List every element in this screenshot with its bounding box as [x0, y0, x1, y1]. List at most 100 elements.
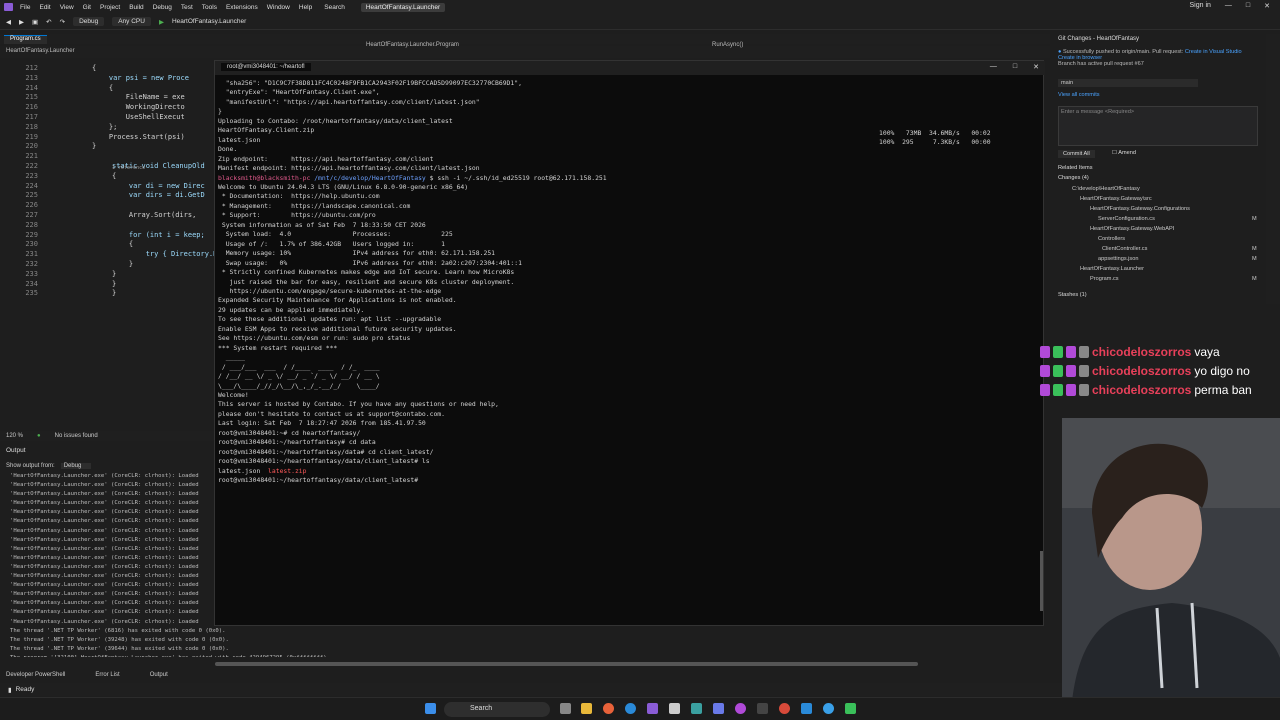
line-number: 222: [25, 162, 38, 170]
app-icon[interactable]: [691, 703, 702, 714]
bottom-tab[interactable]: Error List: [95, 672, 119, 678]
terminal-line: Usage of /: 1.7% of 386.42GB Users logge…: [218, 240, 1038, 249]
menu-item[interactable]: Debug: [153, 4, 172, 11]
minimize-icon[interactable]: —: [1225, 2, 1232, 10]
terminal-window[interactable]: root@vmi3048401: ~/heartofl — □ ✕ "sha25…: [214, 60, 1045, 626]
line-text: please don't hesitate to contact us at s…: [218, 409, 446, 418]
start-icon[interactable]: [425, 703, 436, 714]
change-tree-item[interactable]: appsettings.json: [1098, 256, 1138, 262]
view-commits-link[interactable]: View all commits: [1058, 92, 1100, 98]
modified-badge: M: [1252, 246, 1257, 252]
terminal-maximize-icon[interactable]: □: [1013, 63, 1017, 71]
change-tree-item[interactable]: Program.cs: [1090, 276, 1119, 282]
chat-text: perma ban: [1194, 383, 1252, 397]
menu-item[interactable]: File: [20, 4, 30, 11]
commit-message-input[interactable]: Enter a message <Required>: [1058, 106, 1258, 146]
issues-status[interactable]: No issues found: [55, 433, 98, 439]
menu-item[interactable]: Git: [83, 4, 91, 11]
branch-dropdown[interactable]: main: [1058, 79, 1198, 87]
breadcrumb-project[interactable]: HeartOfFantasy.Launcher: [6, 48, 75, 54]
menu-item[interactable]: Test: [181, 4, 193, 11]
stashes-header[interactable]: Stashes (1): [1058, 292, 1087, 298]
back-icon[interactable]: ◀: [6, 18, 11, 26]
reference-count[interactable]: 1 reference: [112, 165, 145, 171]
terminal-line: * Documentation: https://help.ubuntu.com: [218, 192, 1038, 201]
chat-text: vaya: [1194, 345, 1220, 359]
terminal-scrollbar[interactable]: [1040, 551, 1043, 611]
change-tree-item[interactable]: C:\develop\HeartOfFantasy: [1072, 186, 1140, 192]
undo-icon[interactable]: ↶: [46, 18, 51, 26]
change-tree-item[interactable]: HeartOfFantasy.Gateway.WebAPI: [1090, 226, 1174, 232]
badge-icon: [1066, 365, 1076, 377]
right-tool-strip: [1266, 34, 1280, 304]
line-text: latest.json: [218, 135, 261, 144]
create-pr-vs-link[interactable]: Create in Visual Studio: [1185, 49, 1242, 55]
menu-item[interactable]: Edit: [39, 4, 50, 11]
menu-item[interactable]: View: [60, 4, 74, 11]
app-icon[interactable]: [823, 703, 834, 714]
task-view-icon[interactable]: [560, 703, 571, 714]
bottom-tab[interactable]: Output: [150, 672, 168, 678]
visual-studio-icon[interactable]: [647, 703, 658, 714]
menu-item[interactable]: Extensions: [226, 4, 258, 11]
app-icon[interactable]: [735, 703, 746, 714]
config-dropdown[interactable]: Debug: [73, 17, 105, 26]
code-editor[interactable]: 212 {213 var psi = new Proce 214 {215 File…: [0, 58, 276, 430]
changes-header[interactable]: Changes (4): [1058, 175, 1089, 181]
terminal-tab[interactable]: root@vmi3048401: ~/heartofl: [221, 63, 311, 71]
horizontal-scrollbar[interactable]: [215, 662, 918, 666]
taskbar-search[interactable]: Search: [444, 702, 550, 717]
line-text: Usage of /: 1.7% of 386.42GB Users logge…: [218, 239, 446, 248]
bottom-tab[interactable]: Developer PowerShell: [6, 672, 65, 678]
related-items[interactable]: Related Items: [1058, 165, 1093, 171]
app-icon[interactable]: [845, 703, 856, 714]
change-tree-item[interactable]: HeartOfFantasy.Gateway.Configurations: [1090, 206, 1190, 212]
change-tree-item[interactable]: ServerConfiguration.cs: [1098, 216, 1155, 222]
terminal-icon[interactable]: [757, 703, 768, 714]
terminal-line: *** System restart required ***: [218, 344, 1038, 353]
firefox-icon[interactable]: [603, 703, 614, 714]
commit-all-button[interactable]: Commit All: [1058, 150, 1095, 158]
line-text: root@vmi3048401:~/heartoffantasy/data# c…: [218, 447, 434, 456]
zoom-level[interactable]: 120 %: [6, 433, 23, 439]
maximize-icon[interactable]: □: [1246, 2, 1250, 10]
search-menu[interactable]: Search: [324, 4, 345, 11]
platform-dropdown[interactable]: Any CPU: [112, 17, 151, 26]
solution-name: HeartOfFantasy.Launcher: [360, 2, 446, 12]
vscode-icon[interactable]: [801, 703, 812, 714]
change-tree-item[interactable]: ClientController.cs: [1102, 246, 1147, 252]
change-tree-item[interactable]: HeartOfFantasy.Gateway\src: [1080, 196, 1152, 202]
explorer-icon[interactable]: [581, 703, 592, 714]
chrome-icon[interactable]: [779, 703, 790, 714]
breadcrumb-member[interactable]: RunAsync(): [712, 42, 743, 48]
close-icon[interactable]: ✕: [1264, 2, 1270, 10]
code-line: WorkingDirecto: [92, 103, 185, 112]
app-icon[interactable]: [713, 703, 724, 714]
line-text: $ ssh -i ~/.ssh/id_ed25519 root@62.171.1…: [425, 173, 607, 182]
run-target-button[interactable]: HeartOfFantasy.Launcher: [172, 18, 246, 25]
menu-item[interactable]: Window: [267, 4, 290, 11]
tab-program-cs[interactable]: Program.cs: [4, 35, 47, 44]
terminal-close-icon[interactable]: ✕: [1033, 63, 1039, 71]
menu-item[interactable]: Project: [100, 4, 120, 11]
terminal-minimize-icon[interactable]: —: [990, 63, 997, 71]
change-tree-item[interactable]: Controllers: [1098, 236, 1125, 242]
app-icon[interactable]: [669, 703, 680, 714]
edge-icon[interactable]: [625, 703, 636, 714]
run-icon[interactable]: ▶: [159, 18, 164, 26]
save-icon[interactable]: ▣: [32, 18, 38, 26]
menu-bar: File Edit View Git Project Build Debug Test Tool…: [0, 4, 312, 11]
amend-checkbox[interactable]: ☐ Amend: [1112, 150, 1136, 156]
menu-item[interactable]: Tools: [202, 4, 217, 11]
output-source-dropdown[interactable]: Debug: [60, 462, 92, 469]
forward-icon[interactable]: ▶: [19, 18, 24, 26]
menu-item[interactable]: Help: [299, 4, 312, 11]
menu-item[interactable]: Build: [129, 4, 143, 11]
terminal-line: please don't hesitate to contact us at s…: [218, 410, 1038, 419]
redo-icon[interactable]: ↷: [60, 18, 65, 26]
change-tree-item[interactable]: HeartOfFantasy.Launcher: [1080, 266, 1144, 272]
sign-in-button[interactable]: Sign in: [1189, 2, 1210, 10]
code-line: Array.Sort(dirs,: [112, 211, 197, 219]
breadcrumb-class[interactable]: HeartOfFantasy.Launcher.Program: [366, 42, 459, 48]
line-text: Welcome!: [218, 390, 249, 399]
